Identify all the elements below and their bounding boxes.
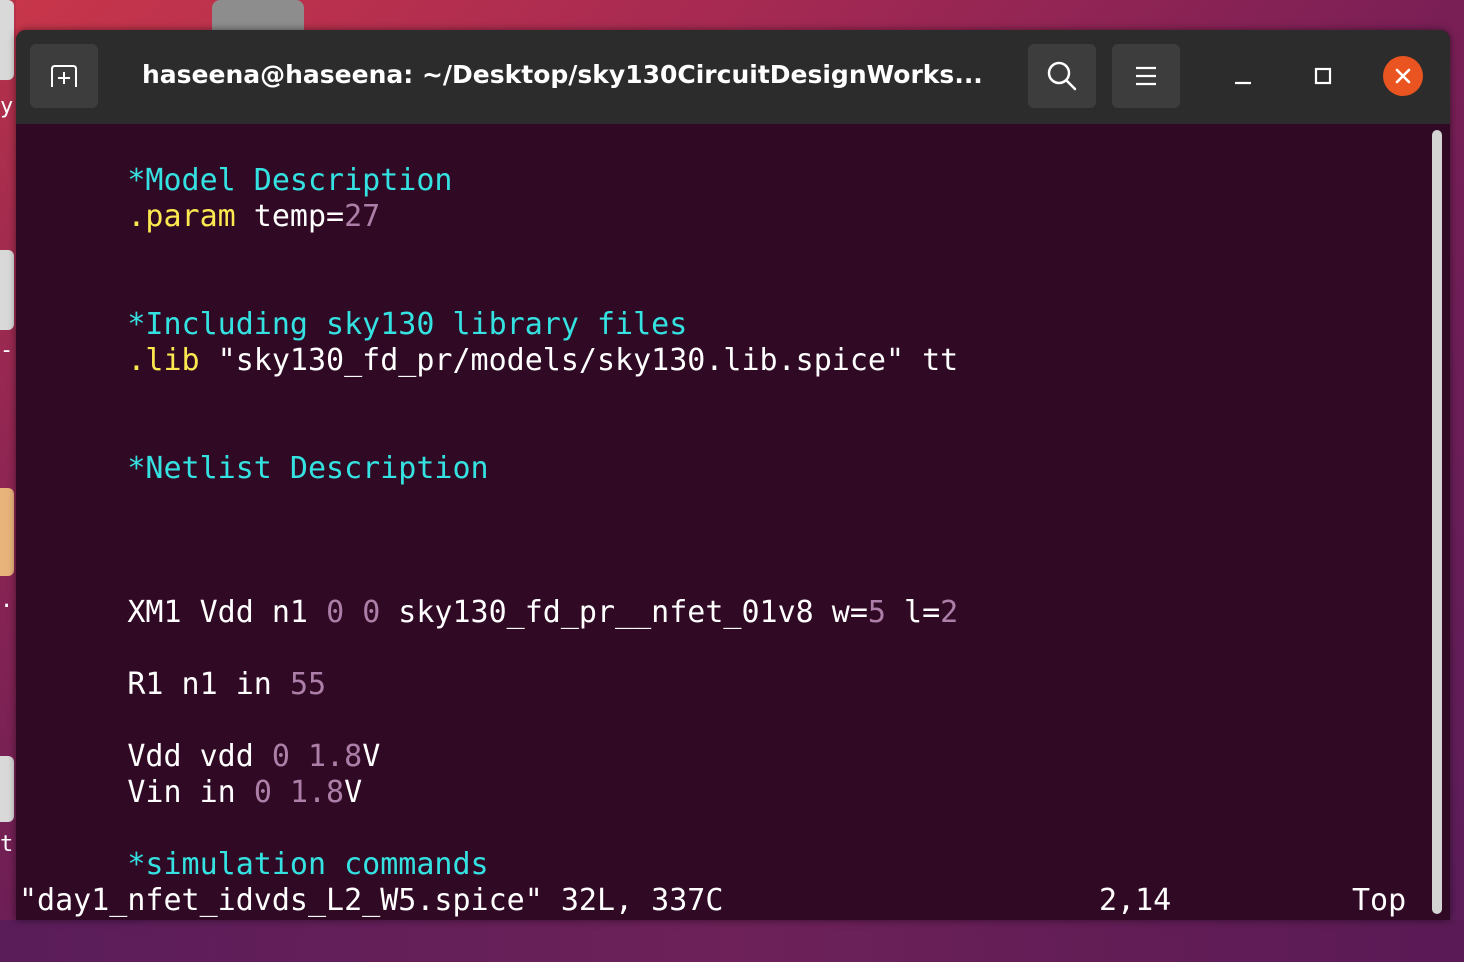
code-text: "sky130_fd_pr/models/sky130.lib.spice" t… <box>199 343 959 378</box>
number-text: 27 <box>344 199 381 234</box>
minimize-icon <box>1235 81 1251 85</box>
title-bar[interactable]: haseena@haseena: ~/Desktop/sky130Circuit… <box>16 30 1450 124</box>
code-text: V <box>362 739 381 774</box>
number-text: 5 <box>867 595 886 630</box>
comment-text: *simulation commands <box>127 847 489 882</box>
code-text: XM1 Vdd n1 <box>127 595 327 630</box>
search-button[interactable] <box>1028 44 1096 108</box>
editor-line: R1 n1 in 55 <box>19 631 326 702</box>
desktop-icon[interactable] <box>0 756 14 822</box>
editor-line: *Netlist Description <box>19 415 488 486</box>
status-file-info: "day1_nfet_idvds_L2_W5.spice" 32L, 337C <box>19 883 724 918</box>
maximize-icon <box>1314 67 1332 85</box>
desktop-icon[interactable] <box>0 250 14 330</box>
editor-line: .lib "sky130_fd_pr/models/sky130.lib.spi… <box>19 307 958 378</box>
terminal-window: haseena@haseena: ~/Desktop/sky130Circuit… <box>16 30 1450 920</box>
code-text: V <box>344 775 363 810</box>
editor-line: *Model Description <box>19 127 452 198</box>
desktop-icon-label: . <box>0 588 14 613</box>
desktop-icon-label: - <box>0 338 14 363</box>
desktop-folder-icon[interactable] <box>212 0 304 30</box>
desktop-icon[interactable] <box>0 488 14 576</box>
editor-line: Vin in 0 1.8V <box>19 739 362 810</box>
new-tab-button[interactable] <box>30 44 98 108</box>
editor-line: *Including sky130 library files <box>19 271 687 342</box>
keyword-text: .param <box>127 199 236 234</box>
status-cursor-position: 2,14 <box>1099 883 1172 918</box>
desktop-icon[interactable] <box>0 0 14 80</box>
code-text: temp= <box>235 199 345 234</box>
maximize-button[interactable] <box>1303 56 1343 96</box>
close-button[interactable] <box>1383 56 1423 96</box>
code-text: Vin in <box>127 775 254 810</box>
editor-line: XM1 Vdd n1 0 0 sky130_fd_pr__nfet_01v8 w… <box>19 559 958 630</box>
number-text: 0 <box>326 595 345 630</box>
number-text: 1.8 <box>289 775 345 810</box>
menu-button[interactable] <box>1112 44 1180 108</box>
number-text: 55 <box>289 667 327 702</box>
number-text: 2 <box>940 595 959 630</box>
terminal-text-area[interactable]: *Model Description .param temp=27 *Inclu… <box>16 124 1430 920</box>
status-scroll-position: Top <box>1352 883 1407 918</box>
code-text: R1 n1 in <box>127 667 290 702</box>
close-icon <box>1395 68 1411 84</box>
code-text: l= <box>885 595 941 630</box>
editor-line: .param temp=27 <box>19 163 380 234</box>
window-title: haseena@haseena: ~/Desktop/sky130Circuit… <box>142 60 983 89</box>
desktop-background-bottom <box>0 920 1464 962</box>
keyword-text: .lib <box>127 343 200 378</box>
comment-text: *Netlist Description <box>127 451 489 486</box>
editor-line: Vdd vdd 0 1.8V <box>19 703 380 774</box>
desktop-icon-label: y <box>0 94 14 119</box>
hamburger-menu-icon <box>1136 66 1156 86</box>
minimize-button[interactable] <box>1223 56 1263 96</box>
scrollbar[interactable] <box>1432 130 1442 914</box>
number-text: 0 <box>362 595 381 630</box>
search-icon <box>1047 61 1077 91</box>
number-text: 0 <box>253 775 272 810</box>
desktop-icon-label: t <box>0 832 14 857</box>
code-text: sky130_fd_pr__nfet_01v8 w= <box>380 595 868 630</box>
new-tab-icon <box>51 65 77 87</box>
editor-line: *simulation commands <box>19 811 488 882</box>
